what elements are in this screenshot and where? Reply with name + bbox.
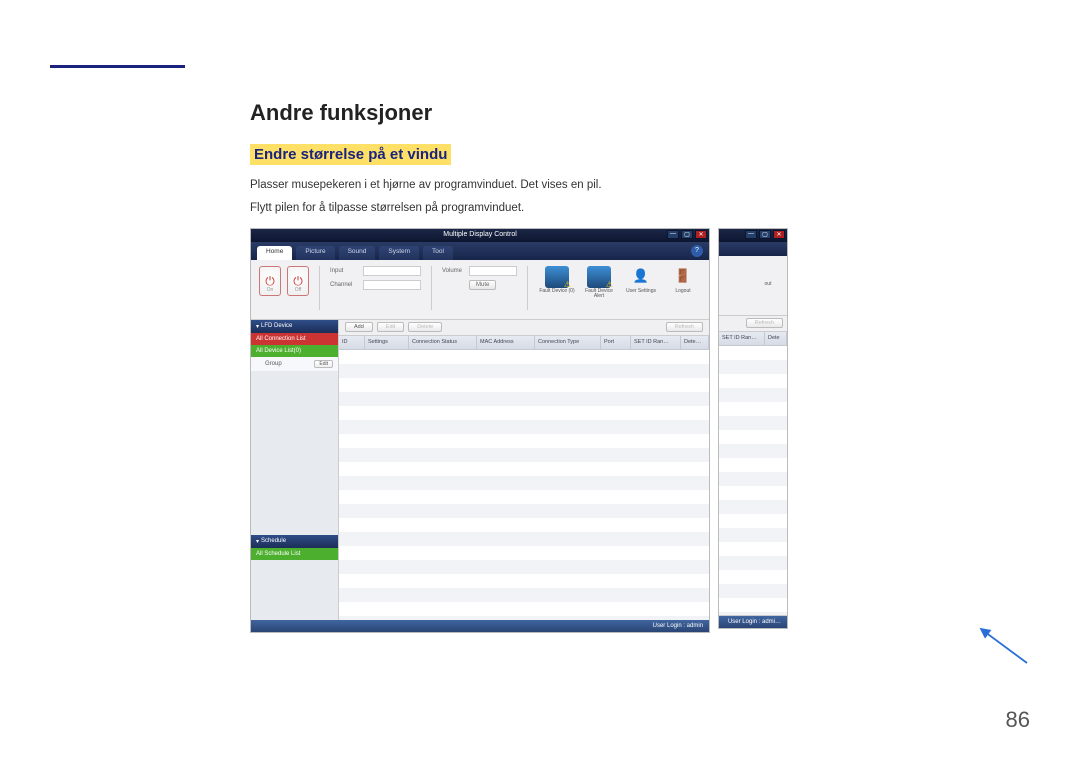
separator [527, 266, 528, 310]
user-settings-label: User Settings [626, 289, 656, 295]
side-user-login-status: User Login : admi… [728, 619, 781, 625]
side-refresh-button[interactable]: Refresh [746, 318, 783, 328]
refresh-button[interactable]: Refresh [666, 322, 703, 332]
tab-system[interactable]: System [379, 246, 419, 260]
volume-slider[interactable] [469, 266, 517, 276]
side-grid-body[interactable] [719, 346, 787, 616]
input-label: Input [330, 268, 360, 274]
side-logout-fragment[interactable]: out [753, 282, 783, 288]
tab-bar: Home Picture Sound System Tool ? [251, 242, 709, 260]
col-settings[interactable]: Settings [365, 336, 409, 349]
sidebar: LFD Device All Connection List All Devic… [251, 320, 339, 620]
user-settings-button[interactable]: 👤 User Settings [623, 266, 659, 300]
sidebar-lfd-label: LFD Device [261, 323, 292, 329]
app-title: Multiple Display Control [443, 231, 517, 238]
resize-arrow-annotation [250, 633, 1030, 673]
sidebar-item-group[interactable]: Group Edit [251, 357, 338, 371]
user-login-status: User Login : admin [653, 623, 703, 629]
status-bar: User Login : admin [251, 620, 709, 632]
power-on-button[interactable]: ⏻ On [259, 266, 281, 296]
logout-label: Logout [675, 289, 690, 295]
sidebar-bottom-spacer [251, 560, 338, 620]
list-toolbar: Add Edit Delete Refresh [339, 320, 709, 336]
power-off-label: Off [295, 287, 302, 293]
sidebar-section-lfd[interactable]: LFD Device [251, 320, 338, 333]
add-button[interactable]: Add [345, 322, 373, 332]
channel-label: Channel [330, 282, 360, 288]
side-list-toolbar: Refresh [719, 316, 787, 332]
help-button[interactable]: ? [691, 245, 703, 257]
app-main-window: Multiple Display Control — ▢ ✕ Home Pict… [250, 228, 710, 633]
power-icon: ⏻ [293, 275, 303, 287]
side-close-button[interactable]: ✕ [773, 230, 785, 239]
col-dete[interactable]: Dete… [681, 336, 709, 349]
col-setid[interactable]: SET ID Ran… [631, 336, 681, 349]
monitor-warning-icon [545, 266, 569, 288]
fault-device-button[interactable]: Fault Device (0) [539, 266, 575, 300]
col-mac[interactable]: MAC Address [477, 336, 535, 349]
fault-alert-label: Fault Device Alert [581, 289, 617, 300]
fault-alert-button[interactable]: Fault Device Alert [581, 266, 617, 300]
input-select[interactable] [363, 266, 421, 276]
separator [431, 266, 432, 310]
side-titlebar: — ▢ ✕ [719, 229, 787, 242]
app-side-window: — ▢ ✕ out Refresh SET ID Ran… Dete [718, 228, 788, 629]
side-col-dete[interactable]: Dete [765, 332, 787, 345]
tab-tool[interactable]: Tool [423, 246, 453, 260]
close-button[interactable]: ✕ [695, 230, 707, 239]
tab-sound[interactable]: Sound [339, 246, 376, 260]
channel-select[interactable] [363, 280, 421, 290]
monitor-warning-icon [587, 266, 611, 288]
sidebar-group-label: Group [265, 361, 282, 367]
grid-body[interactable] [339, 350, 709, 620]
separator [319, 266, 320, 310]
power-on-label: On [267, 287, 274, 293]
sidebar-item-all-device[interactable]: All Device List(0) [251, 345, 338, 357]
user-icon: 👤 [629, 266, 653, 288]
sidebar-dev-label: All Device List(0) [256, 348, 301, 354]
tab-home[interactable]: Home [257, 246, 292, 260]
side-tabbar [719, 242, 787, 256]
side-col-setid[interactable]: SET ID Ran… [719, 332, 765, 345]
mute-button[interactable]: Mute [469, 280, 496, 290]
power-off-button[interactable]: ⏻ Off [287, 266, 309, 296]
col-port[interactable]: Port [601, 336, 631, 349]
side-maximize-button[interactable]: ▢ [759, 230, 771, 239]
content-pane: Add Edit Delete Refresh ID Settings Conn… [339, 320, 709, 620]
header-rule [50, 65, 185, 68]
power-icon: ⏻ [265, 275, 275, 287]
col-id[interactable]: ID [339, 336, 365, 349]
edit-button[interactable]: Edit [377, 322, 404, 332]
sidebar-conn-label: All Connection List [256, 336, 306, 342]
door-icon: 🚪 [671, 266, 695, 288]
delete-button[interactable]: Delete [408, 322, 442, 332]
sidebar-schedule-label: Schedule [261, 538, 286, 544]
tab-picture[interactable]: Picture [296, 246, 334, 260]
instruction-text-1: Plasser musepekeren i et hjørne av progr… [250, 177, 1030, 194]
side-grid-header: SET ID Ran… Dete [719, 332, 787, 346]
logout-button[interactable]: 🚪 Logout [665, 266, 701, 300]
subsection-heading: Endre størrelse på et vindu [250, 144, 451, 165]
grid-header: ID Settings Connection Status MAC Addres… [339, 336, 709, 350]
screenshot-figure: Multiple Display Control — ▢ ✕ Home Pict… [250, 228, 1030, 633]
minimize-button[interactable]: — [667, 230, 679, 239]
sidebar-spacer [251, 371, 338, 535]
volume-label: Volume [442, 268, 466, 274]
sidebar-item-all-connection[interactable]: All Connection List [251, 333, 338, 345]
col-conn-type[interactable]: Connection Type [535, 336, 601, 349]
group-edit-button[interactable]: Edit [314, 360, 333, 368]
sidebar-item-all-schedule[interactable]: All Schedule List [251, 548, 338, 560]
side-status-bar: User Login : admi… [719, 616, 787, 628]
section-heading: Andre funksjoner [250, 100, 1030, 126]
col-conn-status[interactable]: Connection Status [409, 336, 477, 349]
side-minimize-button[interactable]: — [745, 230, 757, 239]
ribbon-toolbar: ⏻ On ⏻ Off Input [251, 260, 709, 320]
page-number: 86 [1006, 707, 1030, 733]
sidebar-sched-label: All Schedule List [256, 551, 300, 557]
sidebar-section-schedule[interactable]: Schedule [251, 535, 338, 548]
instruction-text-2: Flytt pilen for å tilpasse størrelsen på… [250, 200, 1030, 217]
titlebar: Multiple Display Control — ▢ ✕ [251, 229, 709, 242]
maximize-button[interactable]: ▢ [681, 230, 693, 239]
side-logout-label: out [765, 282, 772, 288]
